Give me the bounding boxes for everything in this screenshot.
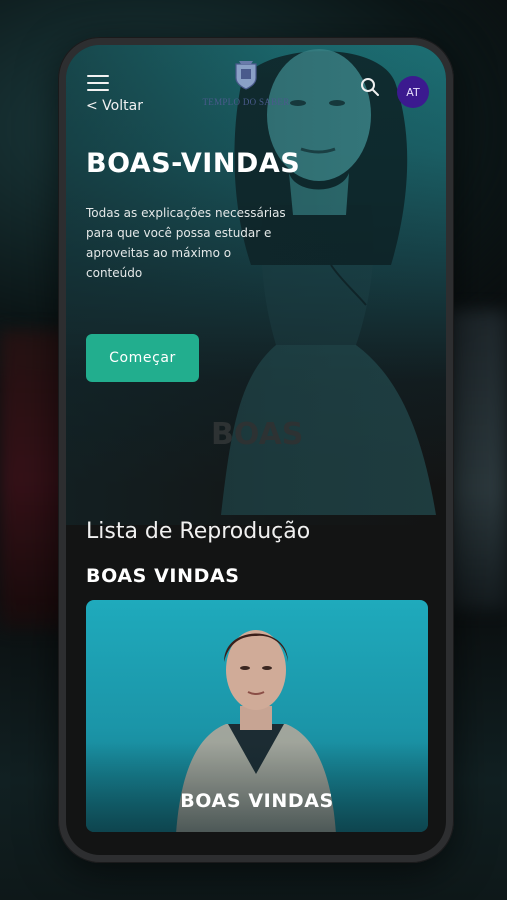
video-card[interactable]: BOAS VINDAS	[86, 600, 428, 832]
hamburger-menu-icon[interactable]	[87, 75, 109, 91]
start-button[interactable]: Começar	[86, 334, 199, 382]
back-link[interactable]: < Voltar	[86, 98, 143, 114]
templo-do-saber-logo: TEMPLO DO SABER	[196, 61, 296, 119]
hero-description: Todas as explicações necessárias para qu…	[86, 206, 286, 280]
page-title: BOAS-VINDAS	[86, 148, 301, 179]
phone-frame: < Voltar TEMPLO DO SABER AT BOAS-VINDAS …	[58, 37, 454, 863]
playlist-heading: Lista de Reprodução	[86, 519, 311, 544]
user-avatar[interactable]: AT	[397, 76, 429, 108]
playlist-section-title: BOAS VINDAS	[86, 565, 240, 587]
logo-emblem-icon	[235, 61, 257, 90]
app-screen: < Voltar TEMPLO DO SABER AT BOAS-VINDAS …	[66, 45, 446, 855]
video-card-title: BOAS VINDAS	[180, 790, 334, 812]
search-icon[interactable]	[360, 77, 380, 97]
background-watermark-text: BOAS	[211, 417, 304, 452]
logo-text: TEMPLO DO SABER	[202, 97, 290, 107]
